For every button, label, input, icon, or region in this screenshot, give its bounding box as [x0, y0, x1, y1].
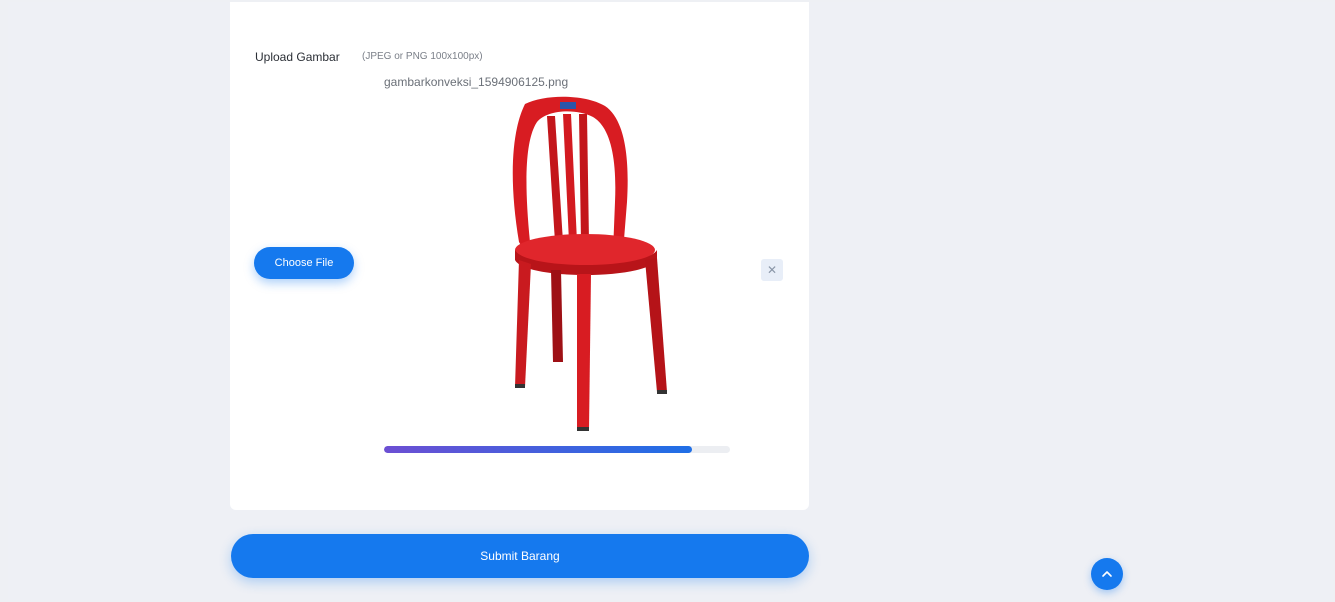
- remove-file-button[interactable]: ✕: [761, 259, 783, 281]
- choose-file-button[interactable]: Choose File: [254, 247, 354, 279]
- chevron-up-icon: [1102, 571, 1112, 577]
- upload-progress-bar: [384, 446, 730, 453]
- file-name: gambarkonveksi_1594906125.png: [384, 75, 569, 89]
- submit-button[interactable]: Submit Barang: [231, 534, 809, 578]
- upload-hint: (JPEG or PNG 100x100px): [362, 51, 483, 62]
- upload-progress-fill: [384, 446, 692, 453]
- upload-label: Upload Gambar: [255, 50, 340, 64]
- scroll-to-top-button[interactable]: [1091, 558, 1123, 590]
- card-top-strip: [230, 2, 809, 23]
- chair-preview-image: [512, 96, 667, 431]
- upload-card: Upload Gambar (JPEG or PNG 100x100px) ga…: [230, 22, 809, 510]
- close-icon: ✕: [766, 263, 778, 277]
